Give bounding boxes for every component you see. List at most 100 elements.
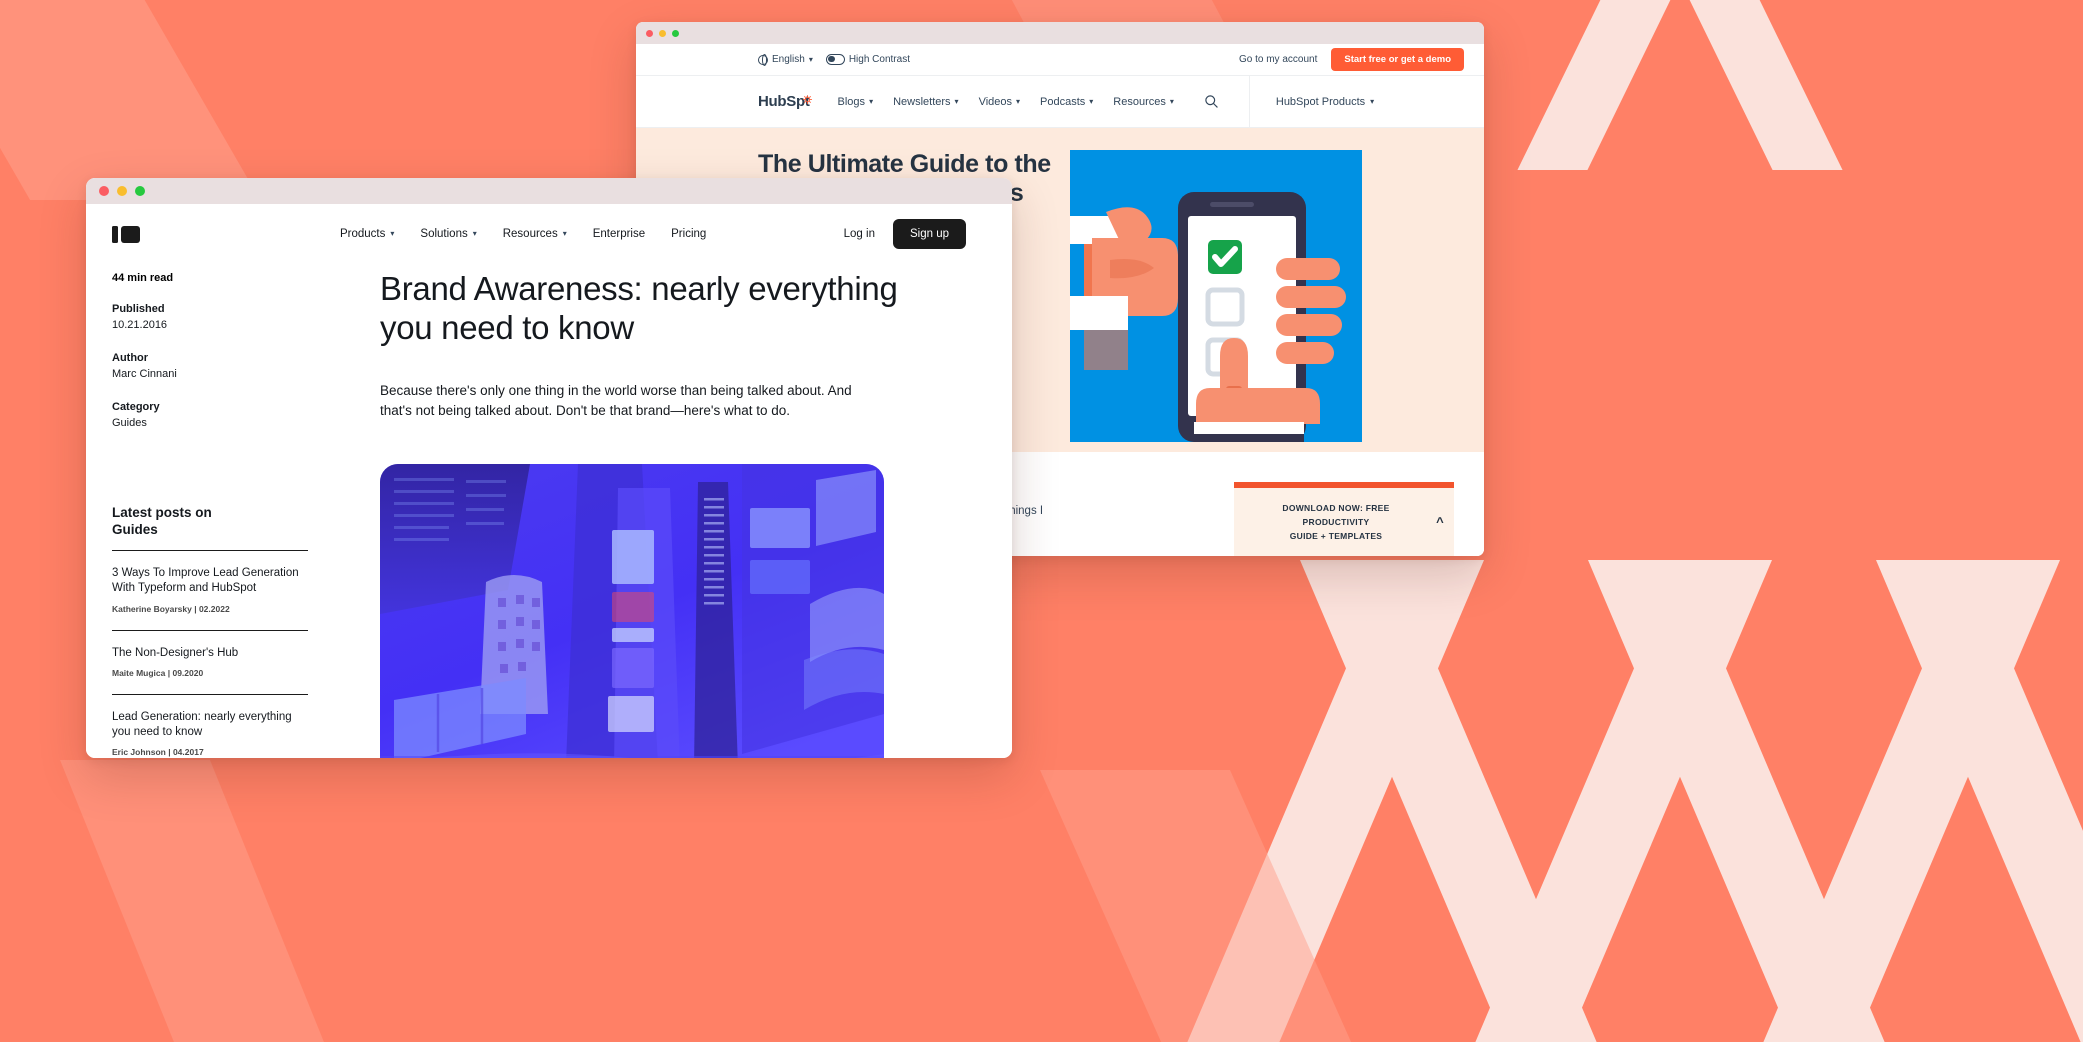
close-icon[interactable] <box>646 29 653 37</box>
globe-icon <box>758 54 768 66</box>
phone-checklist-illustration <box>1070 150 1362 442</box>
chevron-down-icon: ▾ <box>1016 96 1021 106</box>
logo-square-shape <box>121 225 140 243</box>
published-meta: Published 10.21.2016 <box>112 302 308 334</box>
published-value: 10.21.2016 <box>112 318 168 331</box>
window-titlebar <box>86 178 1012 204</box>
category-value: Guides <box>112 416 147 429</box>
blog-nav-item-resources[interactable]: Resources ▾ <box>503 228 567 240</box>
start-free-demo-button[interactable]: Start free or get a demo <box>1331 48 1464 71</box>
read-time: 44 min read <box>112 272 174 284</box>
chevron-down-icon: ▾ <box>1370 96 1375 106</box>
blog-nav-item-pricing[interactable]: Pricing <box>671 228 706 240</box>
nav-label: Newsletters <box>893 95 951 108</box>
close-icon[interactable] <box>99 186 109 196</box>
blog-main-content: 44 min read Published 10.21.2016 Author … <box>86 264 1012 758</box>
chevron-down-icon: ▾ <box>390 229 395 238</box>
window-titlebar <box>636 22 1484 44</box>
hubspot-products-menu[interactable]: HubSpot Products ▾ <box>1248 75 1375 128</box>
banner-line-1: DOWNLOAD NOW: FREE PRODUCTIVITY <box>1282 502 1390 527</box>
chevron-down-icon: ▾ <box>954 96 959 106</box>
bar-and-square-logo[interactable] <box>112 225 140 243</box>
blog-article: Brand Awareness: nearly everything you n… <box>308 264 1012 758</box>
chevron-stripe <box>60 760 372 1042</box>
maximize-icon[interactable] <box>672 29 679 37</box>
hero-title-line1: The Ultimate Guide to the <box>758 150 1051 178</box>
blog-nav: Products ▾ Solutions ▾ Resources ▾ Enter… <box>86 204 1012 264</box>
latest-posts-list: 3 Ways To Improve Lead Generation With T… <box>112 550 308 758</box>
post-byline: Katherine Boyarsky | 02.2022 <box>112 603 230 614</box>
post-byline: Maite Mugica | 09.2020 <box>112 667 204 678</box>
my-account-link[interactable]: Go to my account <box>1239 54 1317 65</box>
nav-label: Podcasts <box>1040 95 1086 108</box>
hubspot-nav-item-blogs[interactable]: Blogs ▾ <box>838 96 874 108</box>
hubspot-logo[interactable]: HubSpt <box>758 93 812 110</box>
search-icon[interactable] <box>1204 94 1219 109</box>
nav-label: Pricing <box>671 228 707 240</box>
blog-nav-item-enterprise[interactable]: Enterprise <box>593 228 645 240</box>
hubspot-utility-bar: English ▾ High Contrast Go to my account… <box>636 44 1484 76</box>
download-cta-banner[interactable]: DOWNLOAD NOW: FREE PRODUCTIVITY GUIDE + … <box>1234 481 1454 556</box>
latest-posts-heading: Latest posts on Guides <box>112 504 308 539</box>
hero-illustration <box>1070 150 1362 442</box>
hubspot-nav-item-videos[interactable]: Videos ▾ <box>979 96 1020 108</box>
page-title: Brand Awareness: nearly everything you n… <box>380 270 898 346</box>
blog-browser-window[interactable]: Products ▾ Solutions ▾ Resources ▾ Enter… <box>86 178 1012 758</box>
chevron-down-icon: ▾ <box>472 229 477 238</box>
latest-posts-heading-line2: Guides <box>112 521 158 537</box>
chevron-stripe <box>1675 0 1843 170</box>
list-item[interactable]: The Non-Designer's Hub Maite Mugica | 09… <box>112 629 308 694</box>
nav-label: Products <box>340 228 386 240</box>
high-contrast-label: High Contrast <box>848 54 910 65</box>
times-square-illustration <box>380 463 884 758</box>
chevron-stripe <box>0 0 261 200</box>
high-contrast-toggle[interactable]: High Contrast <box>825 54 910 65</box>
list-item[interactable]: Lead Generation: nearly everything you n… <box>112 693 308 758</box>
hubspot-nav-items: Blogs ▾ Newsletters ▾ Videos ▾ Podcasts … <box>838 96 1174 108</box>
post-title: The Non-Designer's Hub <box>112 646 239 659</box>
hubspot-nav-item-podcasts[interactable]: Podcasts ▾ <box>1040 96 1093 108</box>
chevron-down-icon: ▾ <box>1089 96 1094 106</box>
hubspot-nav-item-newsletters[interactable]: Newsletters ▾ <box>893 96 958 108</box>
chevron-up-icon[interactable]: ^ <box>1436 511 1444 532</box>
chevron-stripe <box>1517 0 1685 170</box>
post-title: 3 Ways To Improve Lead Generation With T… <box>112 567 299 595</box>
hubspot-sprocket-icon <box>802 94 812 104</box>
author-value: Marc Cinnani <box>112 367 177 380</box>
list-item[interactable]: 3 Ways To Improve Lead Generation With T… <box>112 550 308 629</box>
nav-label: Enterprise <box>592 228 646 240</box>
nav-label: Solutions <box>420 228 468 240</box>
banner-line-2: GUIDE + TEMPLATES <box>1289 530 1383 541</box>
logo-bar-shape <box>112 225 118 243</box>
nav-label: Resources <box>1113 95 1166 108</box>
screenshot-stage: English ▾ High Contrast Go to my account… <box>0 0 2083 1042</box>
article-lede: Because there's only one thing in the wo… <box>380 383 852 419</box>
maximize-icon[interactable] <box>135 186 145 196</box>
chevron-down-icon: ▾ <box>1169 96 1174 106</box>
signup-button[interactable]: Sign up <box>892 219 966 249</box>
login-link[interactable]: Log in <box>844 228 875 240</box>
blog-nav-actions: Log in Sign up <box>844 219 966 249</box>
article-hero-image <box>380 463 884 758</box>
chevron-down-icon: ▾ <box>808 54 813 64</box>
post-byline: Eric Johnson | 04.2017 <box>112 747 204 758</box>
blog-page-body: Products ▾ Solutions ▾ Resources ▾ Enter… <box>86 204 1012 758</box>
category-meta: Category Guides <box>112 400 308 432</box>
blog-nav-item-solutions[interactable]: Solutions ▾ <box>420 228 476 240</box>
hubspot-main-nav: HubSpt Blogs ▾ Newsletters ▾ Videos ▾ Po… <box>636 75 1484 128</box>
toggle-switch-icon[interactable] <box>825 54 845 65</box>
blog-nav-item-products[interactable]: Products ▾ <box>340 228 394 240</box>
hubspot-logo-text: HubSp <box>758 93 805 110</box>
nav-label: Resources <box>502 228 558 240</box>
category-label: Category <box>112 400 160 413</box>
post-title: Lead Generation: nearly everything you n… <box>112 710 292 738</box>
minimize-icon[interactable] <box>117 186 127 196</box>
chevron-down-icon: ▾ <box>562 229 567 238</box>
author-label: Author <box>112 351 149 364</box>
author-meta: Author Marc Cinnani <box>112 351 308 383</box>
nav-label: Blogs <box>837 95 866 108</box>
blog-nav-items: Products ▾ Solutions ▾ Resources ▾ Enter… <box>340 228 706 240</box>
hubspot-nav-item-resources[interactable]: Resources ▾ <box>1113 96 1174 108</box>
language-selector[interactable]: English ▾ <box>758 54 813 66</box>
minimize-icon[interactable] <box>659 29 666 37</box>
